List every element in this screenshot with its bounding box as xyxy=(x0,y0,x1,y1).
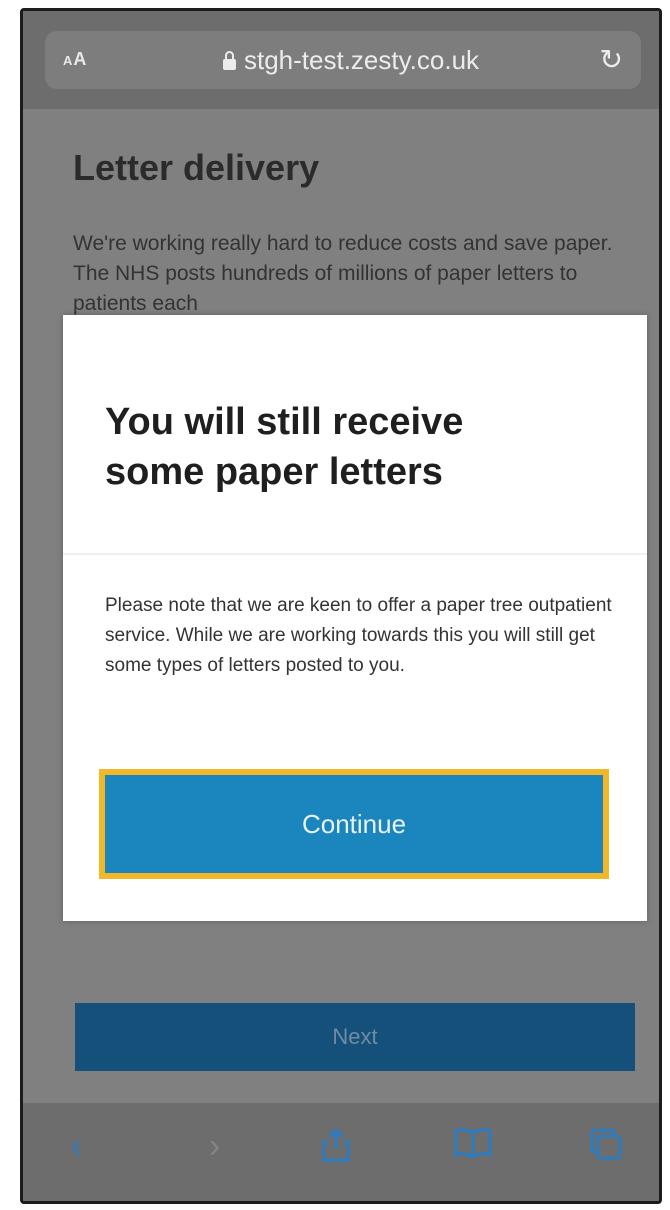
back-icon[interactable]: ‹ xyxy=(71,1127,82,1166)
tabs-icon[interactable] xyxy=(589,1127,623,1170)
continue-button[interactable]: Continue xyxy=(99,769,609,879)
next-button[interactable]: Next xyxy=(75,1003,635,1071)
modal-body-text: Please note that we are keen to offer a … xyxy=(105,595,612,676)
reload-icon[interactable]: ↻ xyxy=(600,43,623,76)
browser-address-bar: AA stgh-test.zesty.co.uk ↻ xyxy=(23,11,659,109)
page-intro-text: We're working really hard to reduce cost… xyxy=(73,232,613,315)
text-size-button[interactable]: AA xyxy=(63,49,87,70)
phone-frame: AA stgh-test.zesty.co.uk ↻ Letter delive… xyxy=(20,8,662,1204)
browser-toolbar: ‹ › xyxy=(23,1103,659,1201)
url-display[interactable]: stgh-test.zesty.co.uk xyxy=(223,45,479,76)
url-text: stgh-test.zesty.co.uk xyxy=(244,45,480,75)
page-title: Letter delivery xyxy=(73,147,320,188)
url-field[interactable]: AA stgh-test.zesty.co.uk ↻ xyxy=(45,31,641,89)
modal-divider xyxy=(63,553,647,555)
modal-title: You will still receive some paper letter… xyxy=(105,401,464,493)
share-icon[interactable] xyxy=(321,1127,351,1172)
lock-icon xyxy=(223,51,236,70)
bookmarks-icon[interactable] xyxy=(453,1127,493,1168)
modal-dialog: You will still receive some paper letter… xyxy=(63,315,647,921)
forward-icon[interactable]: › xyxy=(209,1127,220,1166)
